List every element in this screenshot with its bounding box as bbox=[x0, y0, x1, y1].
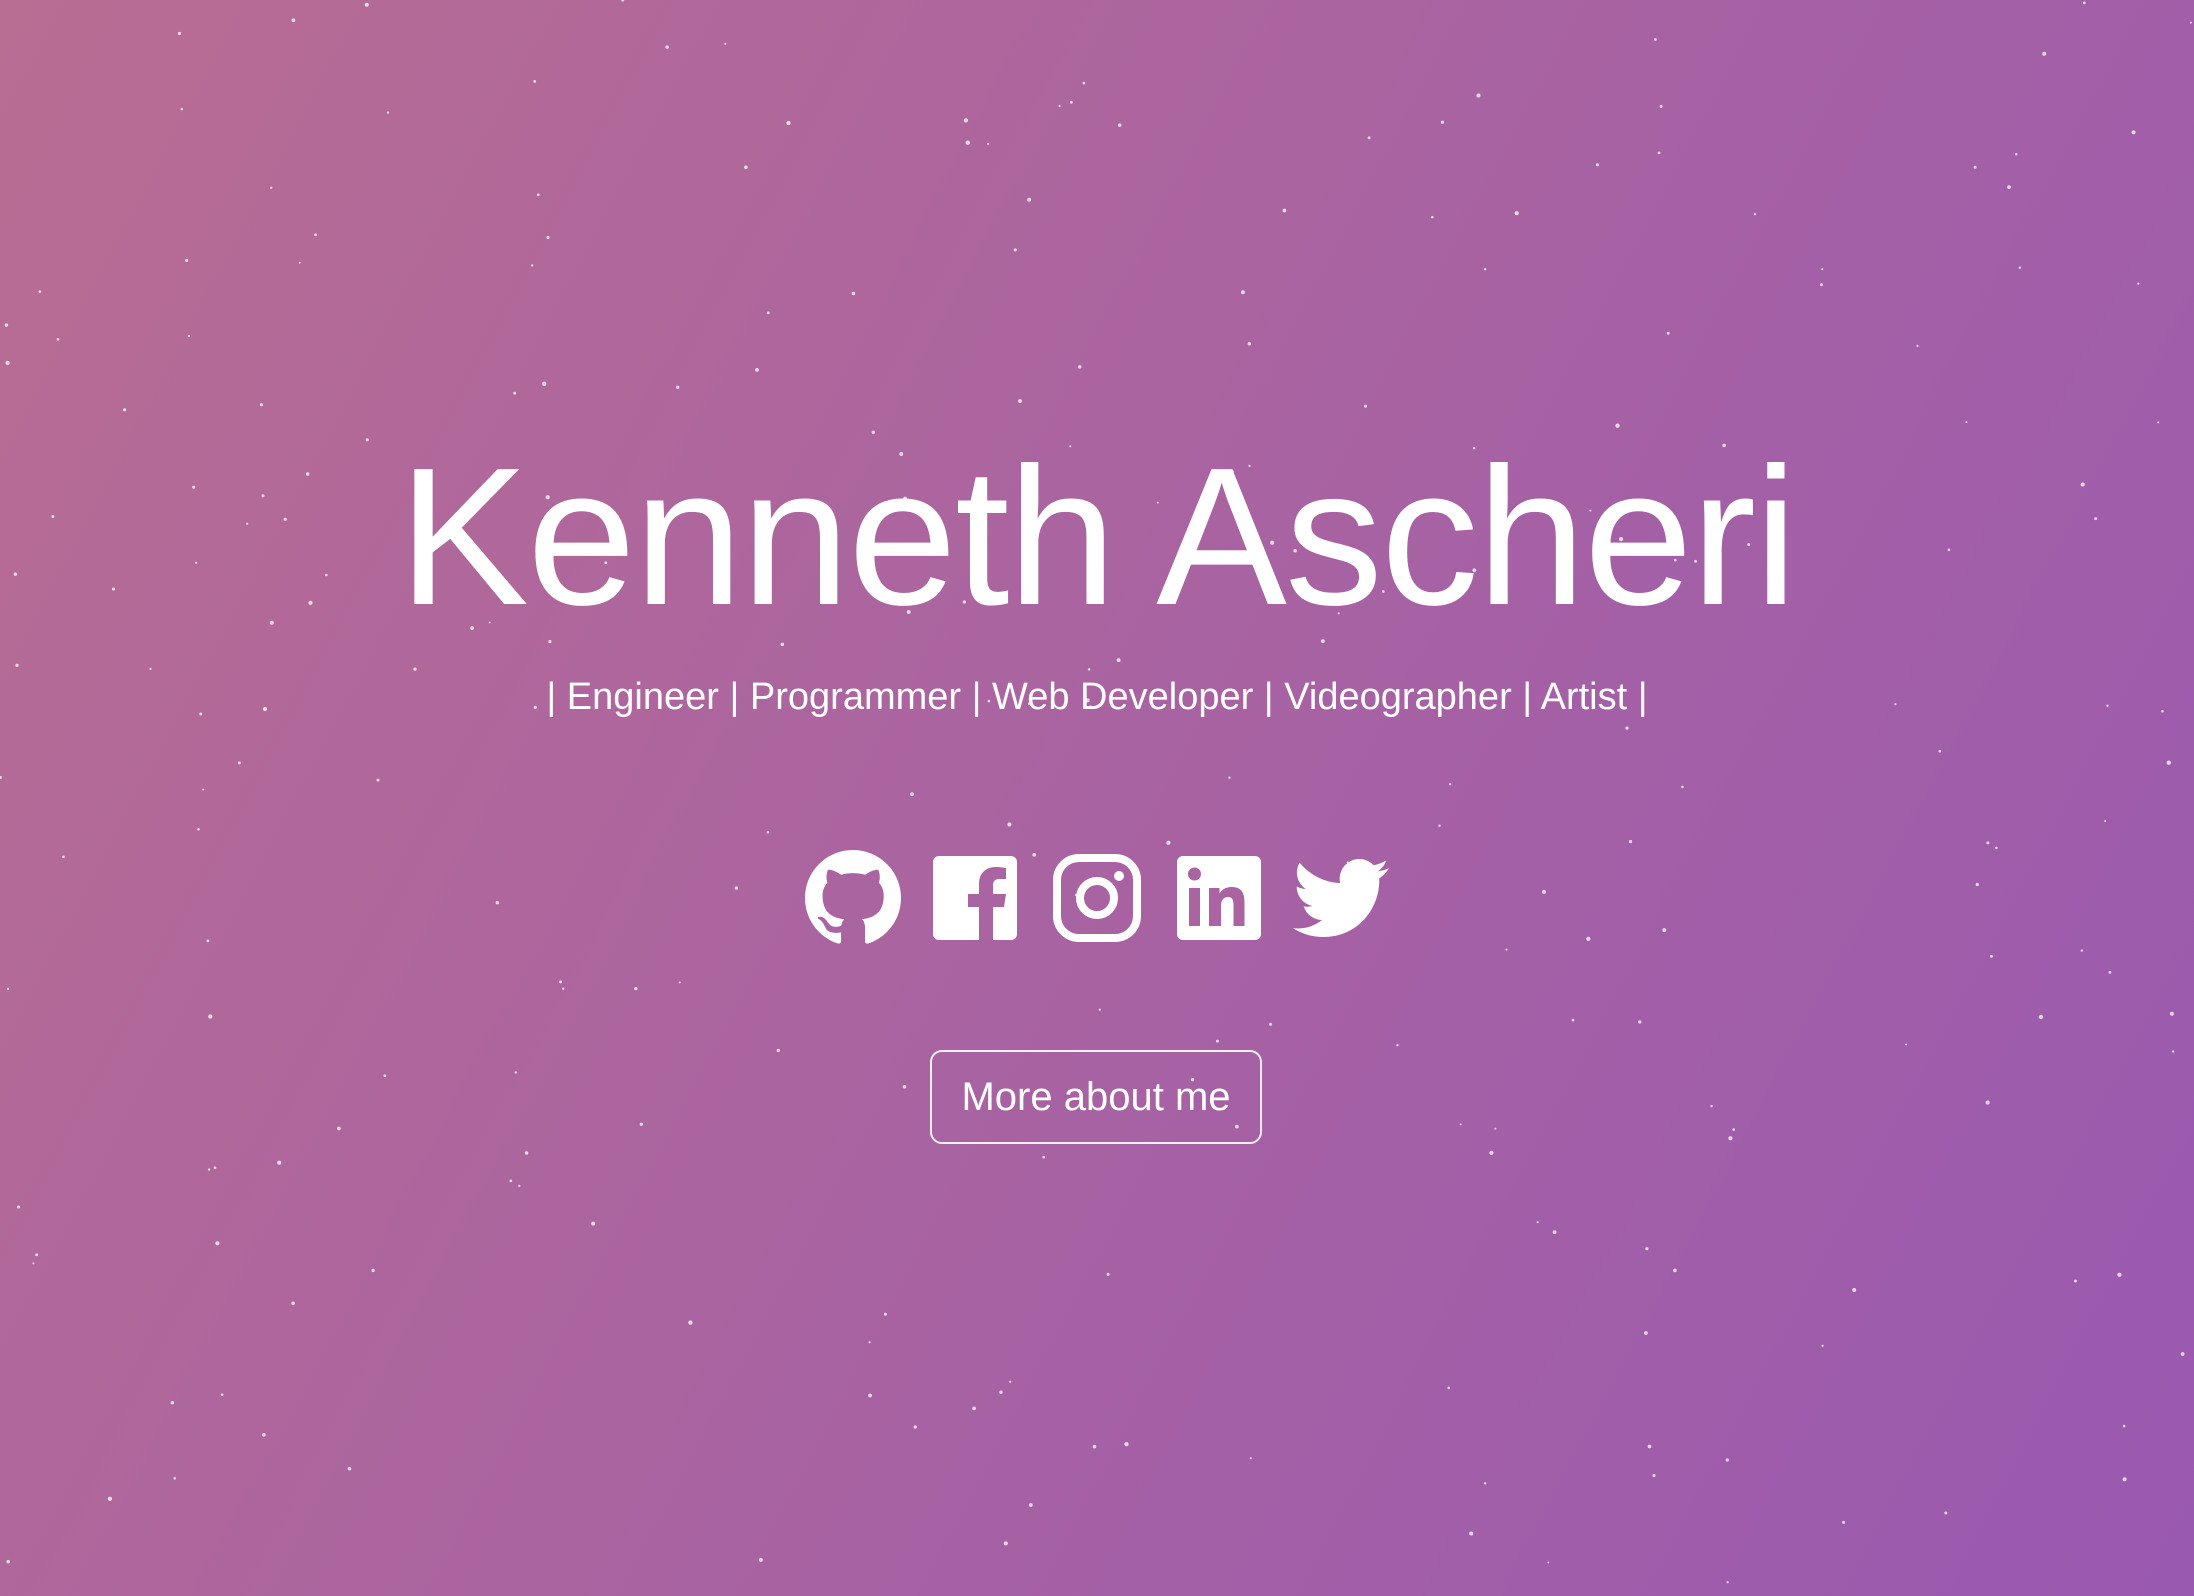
github-link[interactable] bbox=[805, 850, 901, 946]
facebook-link[interactable] bbox=[927, 850, 1023, 946]
twitter-icon bbox=[1293, 859, 1389, 937]
hero-section: Kenneth Ascheri | Engineer | Programmer … bbox=[0, 0, 2194, 1596]
page-title: Kenneth Ascheri bbox=[398, 427, 1797, 646]
instagram-link[interactable] bbox=[1049, 850, 1145, 946]
more-about-me-button[interactable]: More about me bbox=[930, 1050, 1262, 1144]
github-icon bbox=[805, 850, 901, 944]
instagram-icon bbox=[1053, 854, 1141, 942]
facebook-icon bbox=[933, 856, 1017, 940]
tagline: | Engineer | Programmer | Web Developer … bbox=[546, 676, 1648, 718]
social-links bbox=[0, 846, 2194, 950]
twitter-link[interactable] bbox=[1293, 850, 1389, 946]
linkedin-link[interactable] bbox=[1171, 850, 1267, 946]
linkedin-icon bbox=[1177, 856, 1261, 940]
